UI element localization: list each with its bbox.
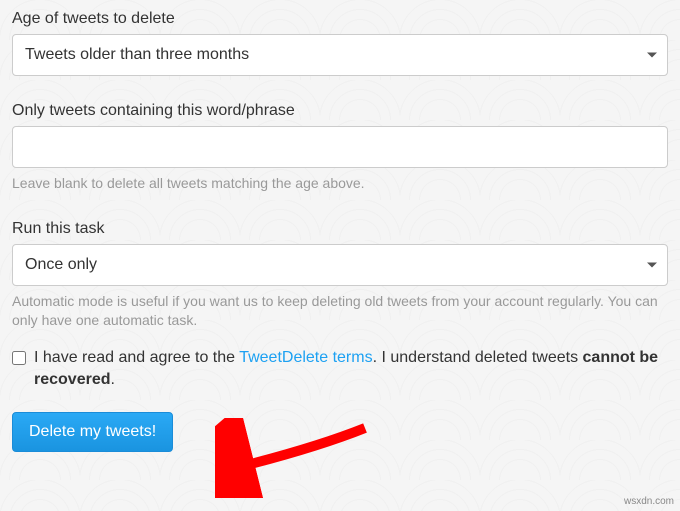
consent-text-suffix: .	[111, 371, 115, 388]
run-select-value: Once only	[25, 256, 97, 274]
filter-label: Only tweets containing this word/phrase	[12, 102, 668, 120]
age-group: Age of tweets to delete Tweets older tha…	[12, 10, 668, 76]
filter-input-wrap	[12, 126, 668, 168]
run-label: Run this task	[12, 220, 668, 238]
age-label: Age of tweets to delete	[12, 10, 668, 28]
age-select-value: Tweets older than three months	[25, 46, 249, 64]
consent-text-middle: . I understand deleted tweets	[373, 349, 583, 366]
chevron-down-icon	[647, 53, 657, 58]
arrow-annotation-icon	[215, 418, 375, 498]
watermark-text: wsxdn.com	[624, 496, 674, 507]
consent-checkbox[interactable]	[12, 351, 26, 365]
filter-input[interactable]	[25, 127, 655, 167]
filter-group: Only tweets containing this word/phrase …	[12, 102, 668, 194]
run-group: Run this task Once only Automatic mode i…	[12, 220, 668, 331]
run-help-text: Automatic mode is useful if you want us …	[12, 292, 668, 331]
chevron-down-icon	[647, 262, 657, 267]
age-select[interactable]: Tweets older than three months	[12, 34, 668, 76]
consent-row: I have read and agree to the TweetDelete…	[12, 347, 668, 392]
terms-link[interactable]: TweetDelete terms	[239, 349, 372, 366]
consent-label[interactable]: I have read and agree to the TweetDelete…	[34, 347, 668, 392]
filter-help-text: Leave blank to delete all tweets matchin…	[12, 174, 668, 194]
run-select[interactable]: Once only	[12, 244, 668, 286]
delete-tweets-button[interactable]: Delete my tweets!	[12, 412, 173, 452]
consent-text-prefix: I have read and agree to the	[34, 349, 239, 366]
